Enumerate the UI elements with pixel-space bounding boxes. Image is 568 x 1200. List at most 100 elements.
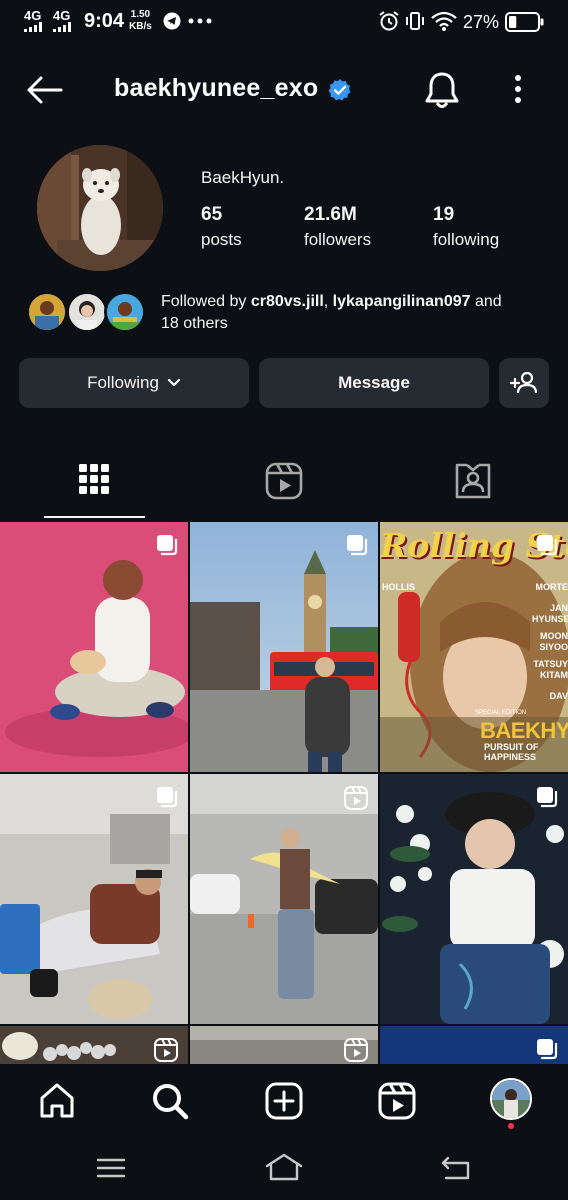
back-icon [441, 1156, 470, 1180]
post-image [0, 774, 188, 1024]
carousel-icon [537, 787, 558, 808]
vibrate-icon [406, 12, 424, 30]
wifi-icon [431, 11, 457, 31]
home-icon [40, 1083, 74, 1118]
magazine-cover-right-text: MORTE JAN HYUNSEUN MOON SIYOO TATSUY KIT… [532, 582, 568, 701]
post-tile[interactable] [190, 774, 378, 1024]
profile-username: baekhyunee_exo [114, 74, 319, 102]
post-tile[interactable] [190, 1026, 378, 1064]
home-button[interactable] [264, 1152, 304, 1182]
tab-reels[interactable] [265, 462, 303, 500]
bottom-navigation [0, 1064, 568, 1140]
active-tab-indicator [44, 516, 145, 518]
post-tile[interactable] [0, 522, 188, 772]
nav-search[interactable] [151, 1082, 189, 1120]
carousel-icon [347, 535, 368, 556]
followers-count: 21.6M [304, 204, 357, 225]
battery-level-fill [509, 16, 517, 28]
mutual-follower-avatar[interactable] [66, 291, 108, 333]
mutual-follower-2[interactable]: lykapangilinan097 [333, 293, 471, 310]
post-image [0, 522, 188, 772]
post-tile[interactable]: Rolling Stone BAEKHYUN PURSUIT OF HAPPIN… [380, 522, 568, 772]
posts-label: posts [201, 230, 242, 249]
chevron-down-icon [167, 378, 181, 387]
message-button[interactable]: Message [259, 358, 489, 408]
post-tile[interactable] [380, 774, 568, 1024]
reels-icon [378, 1082, 416, 1120]
mutual-follower-avatar[interactable] [26, 291, 68, 333]
post-tile[interactable] [0, 774, 188, 1024]
reel-icon [344, 1038, 368, 1062]
add-person-icon [510, 371, 538, 394]
following-button[interactable]: Following [19, 358, 249, 408]
telegram-icon [163, 12, 181, 30]
reel-icon [344, 786, 368, 810]
following-count: 19 [433, 204, 455, 225]
network-speed: 1.50 KB/s [129, 9, 152, 32]
battery-percent: 27% [463, 12, 500, 32]
reel-icon [154, 1038, 178, 1062]
posts-count: 65 [201, 204, 223, 225]
create-icon [265, 1082, 303, 1120]
post-image [190, 774, 378, 1024]
stat-following[interactable]: 19 following [433, 204, 499, 250]
post-image [380, 774, 568, 1024]
nav-profile[interactable] [490, 1078, 532, 1120]
display-name: BaekHyun. [201, 168, 285, 187]
stat-posts[interactable]: 65 posts [201, 204, 242, 250]
mutual-follower-avatar[interactable] [104, 291, 146, 333]
carousel-icon [537, 1039, 558, 1060]
more-options-button[interactable] [508, 74, 528, 104]
carousel-icon [157, 787, 178, 808]
back-nav-button[interactable] [440, 1154, 472, 1182]
mutual-follower-1[interactable]: cr80vs.jill [251, 293, 324, 310]
nav-reels[interactable] [378, 1082, 416, 1120]
post-tile[interactable] [190, 522, 378, 772]
profile-avatar-icon [492, 1080, 530, 1118]
tab-posts[interactable] [78, 462, 110, 498]
status-bar: 4G 4G 9:04 1.50 KB/s 27% [0, 0, 568, 44]
tab-tagged[interactable] [454, 462, 492, 500]
clock: 9:04 [84, 10, 125, 32]
nav-create[interactable] [265, 1082, 303, 1120]
verified-badge-icon [328, 79, 351, 101]
recents-button[interactable] [96, 1156, 126, 1180]
magazine-cover-subtitle: PURSUIT OF HAPPINESS [484, 742, 539, 762]
back-arrow-icon [27, 76, 63, 104]
network-type-1: 4G [24, 8, 42, 23]
network-type-2: 4G [53, 8, 71, 23]
followers-label: followers [304, 230, 372, 249]
magazine-cover-name: BAEKHYUN [480, 718, 568, 743]
carousel-icon [157, 535, 178, 556]
stat-followers[interactable]: 21.6M followers [304, 204, 371, 250]
system-navigation [0, 1140, 568, 1200]
tagged-icon [455, 463, 491, 499]
profile-photo-dog [37, 145, 163, 271]
suggest-people-button[interactable] [499, 358, 549, 408]
post-tile[interactable] [0, 1026, 188, 1064]
search-icon [153, 1084, 189, 1120]
home-icon [265, 1153, 303, 1181]
nav-home[interactable] [38, 1082, 76, 1120]
notification-dot [508, 1123, 514, 1129]
reels-icon [265, 462, 303, 500]
magazine-cover-edition: SPECIAL EDITION [475, 710, 527, 716]
battery-icon [505, 12, 544, 32]
notifications-button[interactable] [424, 70, 460, 110]
carousel-icon [537, 535, 558, 556]
back-button[interactable] [24, 72, 64, 108]
post-image [190, 522, 378, 772]
following-label: following [433, 230, 500, 249]
post-tile[interactable] [380, 1026, 568, 1064]
profile-avatar[interactable] [37, 145, 163, 271]
grid-icon [79, 464, 109, 494]
alarm-icon [379, 11, 399, 31]
magazine-cover-left-text: HOLLIS [382, 582, 415, 592]
signal-icon [24, 22, 42, 32]
followed-by-text[interactable]: Followed by cr80vs.jill, lykapangilinan0… [161, 291, 551, 335]
bell-icon [425, 72, 459, 108]
recents-icon [96, 1158, 126, 1178]
kebab-menu-icon [515, 75, 521, 103]
more-notifications-icon [188, 18, 212, 24]
signal-icon [53, 22, 71, 32]
